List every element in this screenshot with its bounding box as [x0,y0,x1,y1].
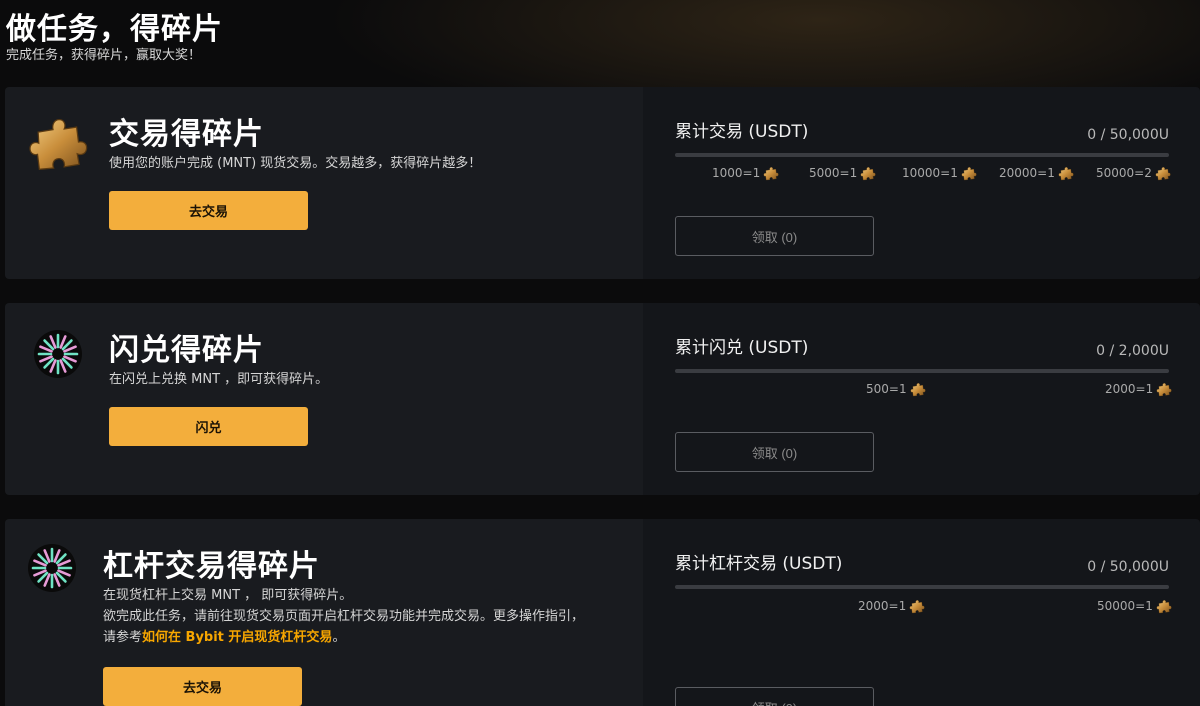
task-description-line: 在现货杠杆上交易 MNT ， 即可获得碎片。 [103,588,353,603]
task-title: 交易得碎片 [109,117,264,152]
milestone: 1000=1 [712,165,779,181]
task-card-convert: 闪兑得碎片 在闪兑上兑换 MNT ，即可获得碎片。 闪兑 累计闪兑 (USDT)… [5,303,1200,495]
milestone: 2000=1 [858,598,925,614]
puzzle-piece-icon [1058,165,1074,181]
progress-label: 累计交易 (USDT) [675,122,809,142]
milestone-label: 500=1 [866,382,907,396]
milestone: 2000=1 [1105,381,1172,397]
milestone: 500=1 [866,381,926,397]
convert-button[interactable]: 闪兑 [109,407,308,446]
task-description: 使用您的账户完成 (MNT) 现货交易。交易越多，获得碎片越多！ [109,156,482,171]
milestone: 5000=1 [809,165,876,181]
progress-bar [675,153,1169,157]
puzzle-piece-icon [860,165,876,181]
claim-button[interactable]: 领取 (0) [675,432,874,472]
milestone-label: 50000=1 [1097,599,1153,613]
task-description-text: 请参考 [103,630,143,645]
puzzle-piece-icon [1156,381,1172,397]
task-info-panel: 杠杆交易得碎片 在现货杠杆上交易 MNT ， 即可获得碎片。 欲完成此任务，请前… [5,519,643,706]
puzzle-piece-icon [961,165,977,181]
go-trade-button[interactable]: 去交易 [109,191,308,230]
progress-bar [675,585,1169,589]
milestone: 10000=1 [902,165,977,181]
mantle-token-icon [34,330,82,378]
progress-value: 0 / 50,000U [1087,559,1169,575]
milestone-label: 5000=1 [809,166,858,180]
progress-value: 0 / 50,000U [1087,127,1169,143]
go-trade-button[interactable]: 去交易 [103,667,302,706]
task-progress-panel: 累计交易 (USDT) 0 / 50,000U 1000=1 5000=1 10… [643,87,1200,279]
puzzle-piece-icon [1155,165,1171,181]
progress-value: 0 / 2,000U [1096,343,1169,359]
milestone-label: 1000=1 [712,166,761,180]
milestone: 50000=1 [1097,598,1172,614]
task-description: 在闪兑上兑换 MNT ，即可获得碎片。 [109,372,329,387]
task-description-line: 请参考如何在 Bybit 开启现货杠杆交易。 [103,627,584,648]
claim-button[interactable]: 领取 (0) [675,216,874,256]
milestone: 50000=2 [1096,165,1171,181]
claim-button[interactable]: 领取 (0) [675,687,874,706]
task-description: 在现货杠杆上交易 MNT ， 即可获得碎片。 欲完成此任务，请前往现货交易页面开… [103,585,584,648]
puzzle-piece-icon [909,598,925,614]
milestone-label: 2000=1 [1105,382,1154,396]
task-description-text: 。 [332,630,346,645]
page-title: 做任务，得碎片 [6,12,223,47]
puzzle-piece-icon [1156,598,1172,614]
task-card-trade: 交易得碎片 使用您的账户完成 (MNT) 现货交易。交易越多，获得碎片越多！ 去… [5,87,1200,279]
progress-bar [675,369,1169,373]
puzzle-piece-icon [27,111,89,173]
task-info-panel: 闪兑得碎片 在闪兑上兑换 MNT ，即可获得碎片。 闪兑 [5,303,643,495]
task-description-line: 欲完成此任务，请前往现货交易页面开启杠杆交易功能并完成交易。更多操作指引， [103,609,585,624]
help-link[interactable]: 如何在 Bybit 开启现货杠杆交易 [142,630,332,645]
milestone-label: 50000=2 [1096,166,1152,180]
task-title: 闪兑得碎片 [109,333,264,368]
milestone-label: 10000=1 [902,166,958,180]
task-info-panel: 交易得碎片 使用您的账户完成 (MNT) 现货交易。交易越多，获得碎片越多！ 去… [5,87,643,279]
milestone-label: 20000=1 [999,166,1055,180]
progress-label: 累计杠杆交易 (USDT) [675,554,843,574]
puzzle-piece-icon [763,165,779,181]
puzzle-piece-icon [910,381,926,397]
progress-label: 累计闪兑 (USDT) [675,338,809,358]
task-card-margin: 杠杆交易得碎片 在现货杠杆上交易 MNT ， 即可获得碎片。 欲完成此任务，请前… [5,519,1200,706]
mantle-token-icon [28,544,76,592]
page-subtitle: 完成任务，获得碎片，赢取大奖！ [6,48,202,63]
milestone-label: 2000=1 [858,599,907,613]
milestone: 20000=1 [999,165,1074,181]
task-progress-panel: 累计闪兑 (USDT) 0 / 2,000U 500=1 2000=1 领取 (… [643,303,1200,495]
task-progress-panel: 累计杠杆交易 (USDT) 0 / 50,000U 2000=1 50000=1… [643,519,1200,706]
task-title: 杠杆交易得碎片 [103,549,320,584]
